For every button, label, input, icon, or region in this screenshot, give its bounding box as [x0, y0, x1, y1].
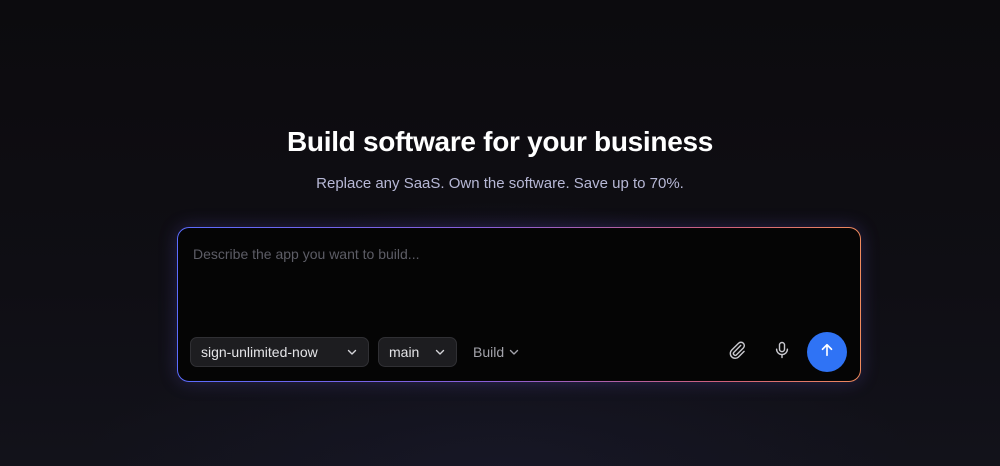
- mode-selector-label: Build: [473, 344, 505, 360]
- mode-selector[interactable]: Build: [473, 337, 520, 367]
- chevron-down-icon: [346, 346, 358, 358]
- page-subtitle: Replace any SaaS. Own the software. Save…: [316, 175, 684, 192]
- prompt-toolbar: sign-unlimited-now main Build: [190, 332, 848, 372]
- prompt-card: sign-unlimited-now main Build: [178, 228, 860, 381]
- page-title: Build software for your business: [286, 126, 714, 157]
- microphone-icon: [772, 340, 792, 365]
- voice-input-button[interactable]: [768, 338, 796, 366]
- branch-selector-label: main: [389, 344, 420, 360]
- repo-selector-label: sign-unlimited-now: [201, 344, 318, 360]
- send-button[interactable]: [807, 332, 847, 372]
- arrow-up-icon: [818, 341, 836, 364]
- chevron-down-icon: [508, 346, 520, 358]
- prompt-box: sign-unlimited-now main Build: [177, 227, 861, 382]
- chevron-down-icon: [434, 346, 446, 358]
- page: Build software for your business Replace…: [0, 0, 1000, 466]
- prompt-input[interactable]: [193, 246, 833, 326]
- branch-selector[interactable]: main: [378, 337, 457, 367]
- repo-selector[interactable]: sign-unlimited-now: [190, 337, 369, 367]
- paperclip-icon: [727, 340, 747, 365]
- attach-button[interactable]: [723, 338, 751, 366]
